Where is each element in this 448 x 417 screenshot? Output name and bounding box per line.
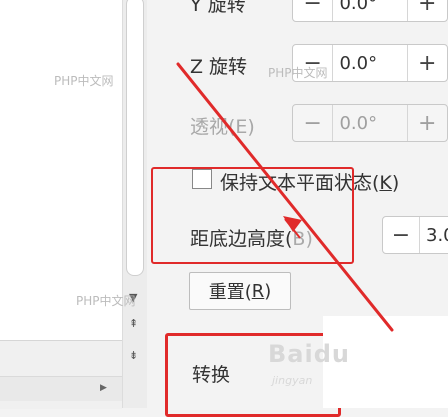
annotation-arrow-icon — [176, 62, 394, 332]
